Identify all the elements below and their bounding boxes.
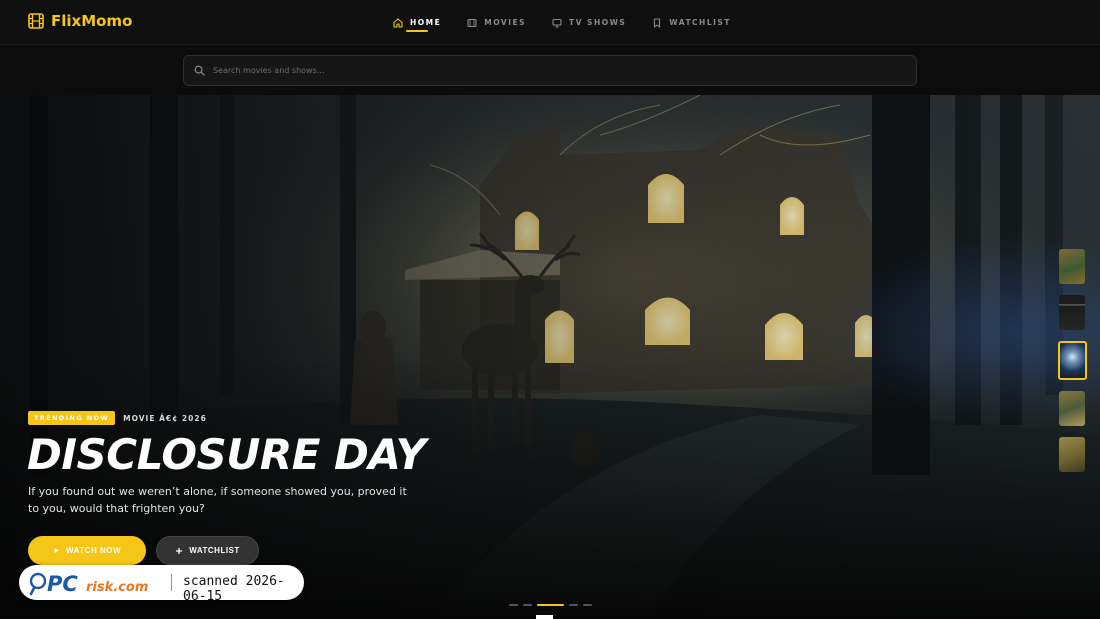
svg-text:PC: PC [47, 572, 78, 596]
bookmark-icon [654, 17, 661, 28]
watermark-divider [171, 574, 172, 591]
carousel-thumbnail[interactable] [1059, 295, 1085, 330]
top-header: FlixMomo HOME MOVIES TV SHOWS WATCHLIST [0, 0, 1100, 45]
nav-item-label: TV SHOWS [569, 18, 627, 27]
hero-banner: TRENDING NOW MOVIE Â€¢ 2026 DISCLOSURE D… [0, 95, 1100, 619]
add-to-watchlist-button[interactable]: WATCHLIST [156, 536, 259, 565]
carousel-thumbnail-active[interactable] [1058, 341, 1087, 380]
film-icon [467, 18, 477, 27]
carousel-thumbnails [1058, 249, 1087, 472]
nav-item-movies[interactable]: MOVIES [467, 0, 526, 45]
hero-type-year: MOVIE Â€¢ 2026 [123, 413, 207, 423]
nav-item-tv-shows[interactable]: TV SHOWS [552, 0, 626, 45]
search-icon [194, 65, 205, 76]
app-logo[interactable]: FlixMomo [28, 12, 132, 30]
trending-badge: TRENDING NOW [28, 411, 116, 425]
carousel-dot-active[interactable] [537, 604, 564, 606]
nav-item-label: HOME [410, 18, 442, 27]
play-icon [54, 548, 59, 553]
svg-text:risk.com: risk.com [86, 580, 148, 595]
hero-meta: TRENDING NOW MOVIE Â€¢ 2026 [28, 411, 207, 425]
carousel-thumbnail[interactable] [1059, 437, 1085, 472]
nav-item-watchlist[interactable]: WATCHLIST [652, 0, 731, 45]
scroll-indicator [536, 615, 553, 619]
carousel-thumbnail[interactable] [1059, 249, 1085, 284]
app-name: FlixMomo [51, 12, 133, 30]
film-icon [28, 13, 44, 29]
nav-item-label: WATCHLIST [669, 18, 731, 27]
tv-icon [552, 18, 562, 28]
carousel-dot[interactable] [583, 604, 592, 606]
watchlist-label: WATCHLIST [189, 546, 240, 555]
carousel-dot[interactable] [523, 604, 532, 606]
carousel-dots [509, 604, 592, 606]
pcrisk-watermark: PC risk.com scanned 2026-06-15 [19, 565, 304, 604]
search-bar-row [0, 45, 1100, 95]
plus-icon [176, 547, 183, 554]
home-icon [393, 17, 403, 28]
carousel-dot[interactable] [569, 604, 578, 606]
scan-date-text: scanned 2026-06-15 [183, 574, 285, 604]
nav-item-home[interactable]: HOME [393, 0, 441, 45]
watch-now-button[interactable]: WATCH NOW [28, 536, 146, 565]
carousel-dot[interactable] [509, 604, 518, 606]
hero-title: DISCLOSURE DAY [27, 430, 426, 479]
carousel-thumbnail[interactable] [1059, 391, 1085, 426]
pcrisk-logo: PC risk.com [29, 572, 148, 596]
hero-description: If you found out we weren’t alone, if so… [28, 485, 407, 515]
main-nav: HOME MOVIES TV SHOWS WATCHLIST [393, 0, 731, 45]
nav-item-label: MOVIES [484, 18, 527, 27]
search-box [183, 55, 917, 86]
search-input[interactable] [213, 66, 893, 75]
watch-now-label: WATCH NOW [65, 546, 121, 555]
